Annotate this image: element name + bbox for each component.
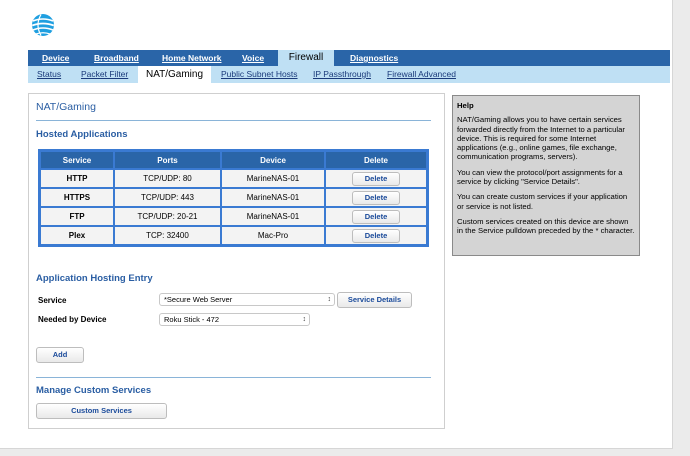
top-nav-firewall[interactable]: Firewall	[278, 50, 334, 66]
service-label: Service	[38, 296, 67, 305]
help-paragraph: NAT/Gaming allows you to have certain se…	[457, 115, 625, 162]
ports-cell: TCP/UDP: 20-21	[115, 208, 220, 225]
column-header-delete: Delete	[326, 152, 426, 168]
device-select-value: Roku Stick - 472	[164, 315, 220, 324]
page-canvas: Device Broadband Home Network Voice Fire…	[0, 0, 673, 449]
select-arrows-icon: ↕	[302, 316, 307, 323]
divider	[36, 120, 431, 121]
sub-nav: Status Packet Filter NAT/Gaming Public S…	[28, 66, 670, 83]
service-details-button[interactable]: Service Details	[337, 292, 412, 308]
top-nav-diagnostics[interactable]: Diagnostics	[350, 50, 398, 66]
divider	[36, 377, 431, 378]
help-paragraph: You can view the protocol/port assignmen…	[457, 167, 623, 187]
top-nav-device[interactable]: Device	[42, 50, 69, 66]
delete-cell: Delete	[326, 189, 426, 206]
ports-cell: TCP/UDP: 443	[115, 189, 220, 206]
column-header-service: Service	[41, 152, 113, 168]
att-globe-icon[interactable]	[31, 13, 55, 37]
device-select[interactable]: Roku Stick - 472 ↕	[159, 313, 310, 326]
service-cell: HTTPS	[41, 189, 113, 206]
sub-nav-firewall-advanced[interactable]: Firewall Advanced	[387, 66, 456, 83]
top-nav-voice[interactable]: Voice	[242, 50, 264, 66]
select-arrows-icon: ↕	[327, 296, 332, 303]
hosted-applications-table: Service Ports Device Delete HTTP TCP/UDP…	[38, 149, 429, 247]
service-cell: HTTP	[41, 170, 113, 187]
ports-cell: TCP/UDP: 80	[115, 170, 220, 187]
device-cell: MarineNAS-01	[222, 189, 324, 206]
page-title: NAT/Gaming	[36, 101, 96, 113]
table-row: FTP TCP/UDP: 20-21 MarineNAS-01 Delete	[41, 208, 426, 225]
sub-nav-nat-gaming[interactable]: NAT/Gaming	[138, 66, 211, 83]
delete-cell: Delete	[326, 227, 426, 244]
sub-nav-status[interactable]: Status	[37, 66, 61, 83]
top-nav-home-network[interactable]: Home Network	[162, 50, 222, 66]
sub-nav-public-subnet-hosts[interactable]: Public Subnet Hosts	[221, 66, 298, 83]
delete-cell: Delete	[326, 208, 426, 225]
column-header-device: Device	[222, 152, 324, 168]
service-select[interactable]: *Secure Web Server ↕	[159, 293, 335, 306]
ports-cell: TCP: 32400	[115, 227, 220, 244]
needed-by-device-label: Needed by Device	[38, 315, 107, 324]
delete-button[interactable]: Delete	[352, 171, 400, 186]
delete-button[interactable]: Delete	[352, 228, 400, 243]
custom-services-button[interactable]: Custom Services	[36, 403, 167, 419]
top-nav: Device Broadband Home Network Voice Fire…	[28, 50, 670, 66]
help-panel: Help NAT/Gaming allows you to have certa…	[452, 95, 640, 256]
delete-button[interactable]: Delete	[352, 209, 400, 224]
table-row: HTTP TCP/UDP: 80 MarineNAS-01 Delete	[41, 170, 426, 187]
main-panel: NAT/Gaming Hosted Applications Service P…	[28, 93, 445, 429]
delete-cell: Delete	[326, 170, 426, 187]
sub-nav-packet-filter[interactable]: Packet Filter	[81, 66, 128, 83]
application-hosting-entry-heading: Application Hosting Entry	[36, 273, 153, 284]
help-title: Help	[457, 101, 474, 110]
table-row: HTTPS TCP/UDP: 443 MarineNAS-01 Delete	[41, 189, 426, 206]
add-button[interactable]: Add	[36, 347, 84, 363]
service-select-value: *Secure Web Server	[164, 295, 233, 304]
device-cell: MarineNAS-01	[222, 170, 324, 187]
top-nav-broadband[interactable]: Broadband	[94, 50, 139, 66]
service-cell: Plex	[41, 227, 113, 244]
service-cell: FTP	[41, 208, 113, 225]
delete-button[interactable]: Delete	[352, 190, 400, 205]
column-header-ports: Ports	[115, 152, 220, 168]
table-row: Plex TCP: 32400 Mac-Pro Delete	[41, 227, 426, 244]
device-cell: MarineNAS-01	[222, 208, 324, 225]
device-cell: Mac-Pro	[222, 227, 324, 244]
help-paragraph: You can create custom services if your a…	[457, 192, 628, 211]
sub-nav-ip-passthrough[interactable]: IP Passthrough	[313, 66, 371, 83]
help-paragraph: Custom services created on this device a…	[457, 216, 635, 236]
manage-custom-services-heading: Manage Custom Services	[36, 385, 152, 396]
hosted-applications-heading: Hosted Applications	[36, 129, 128, 140]
